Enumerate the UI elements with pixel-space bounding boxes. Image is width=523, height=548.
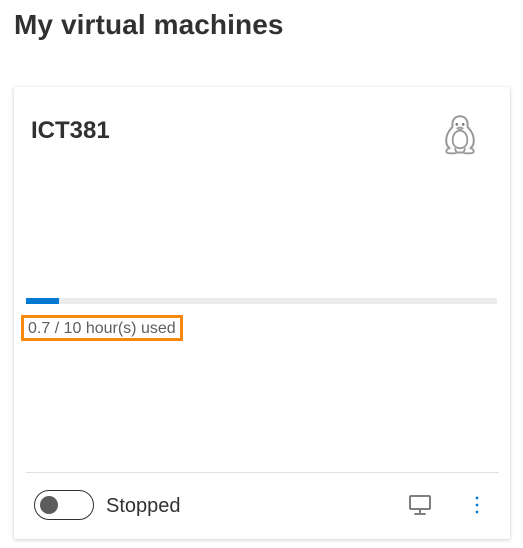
connect-button[interactable]	[407, 493, 433, 517]
vm-name: ICT381	[31, 117, 110, 144]
page-title: My virtual machines	[14, 9, 284, 40]
my-virtual-machines-page: My virtual machines ICT381 0.7 / 10 hour…	[0, 0, 523, 548]
linux-penguin-icon	[445, 115, 475, 155]
monitor-icon	[409, 495, 431, 515]
toggle-thumb	[40, 496, 58, 514]
usage-progress-bar	[26, 298, 497, 304]
more-options-button[interactable]	[470, 493, 484, 517]
vm-card-footer: Stopped	[14, 473, 510, 539]
usage-hours-label: 0.7 / 10 hour(s) used	[21, 315, 183, 341]
usage-progress-fill	[26, 298, 59, 304]
vm-power-toggle[interactable]	[34, 490, 94, 520]
more-vertical-icon	[475, 496, 479, 514]
virtual-machine-card: ICT381 0.7 / 10 hour(s) used Stopped	[14, 87, 510, 539]
vm-state-label: Stopped	[106, 495, 181, 517]
